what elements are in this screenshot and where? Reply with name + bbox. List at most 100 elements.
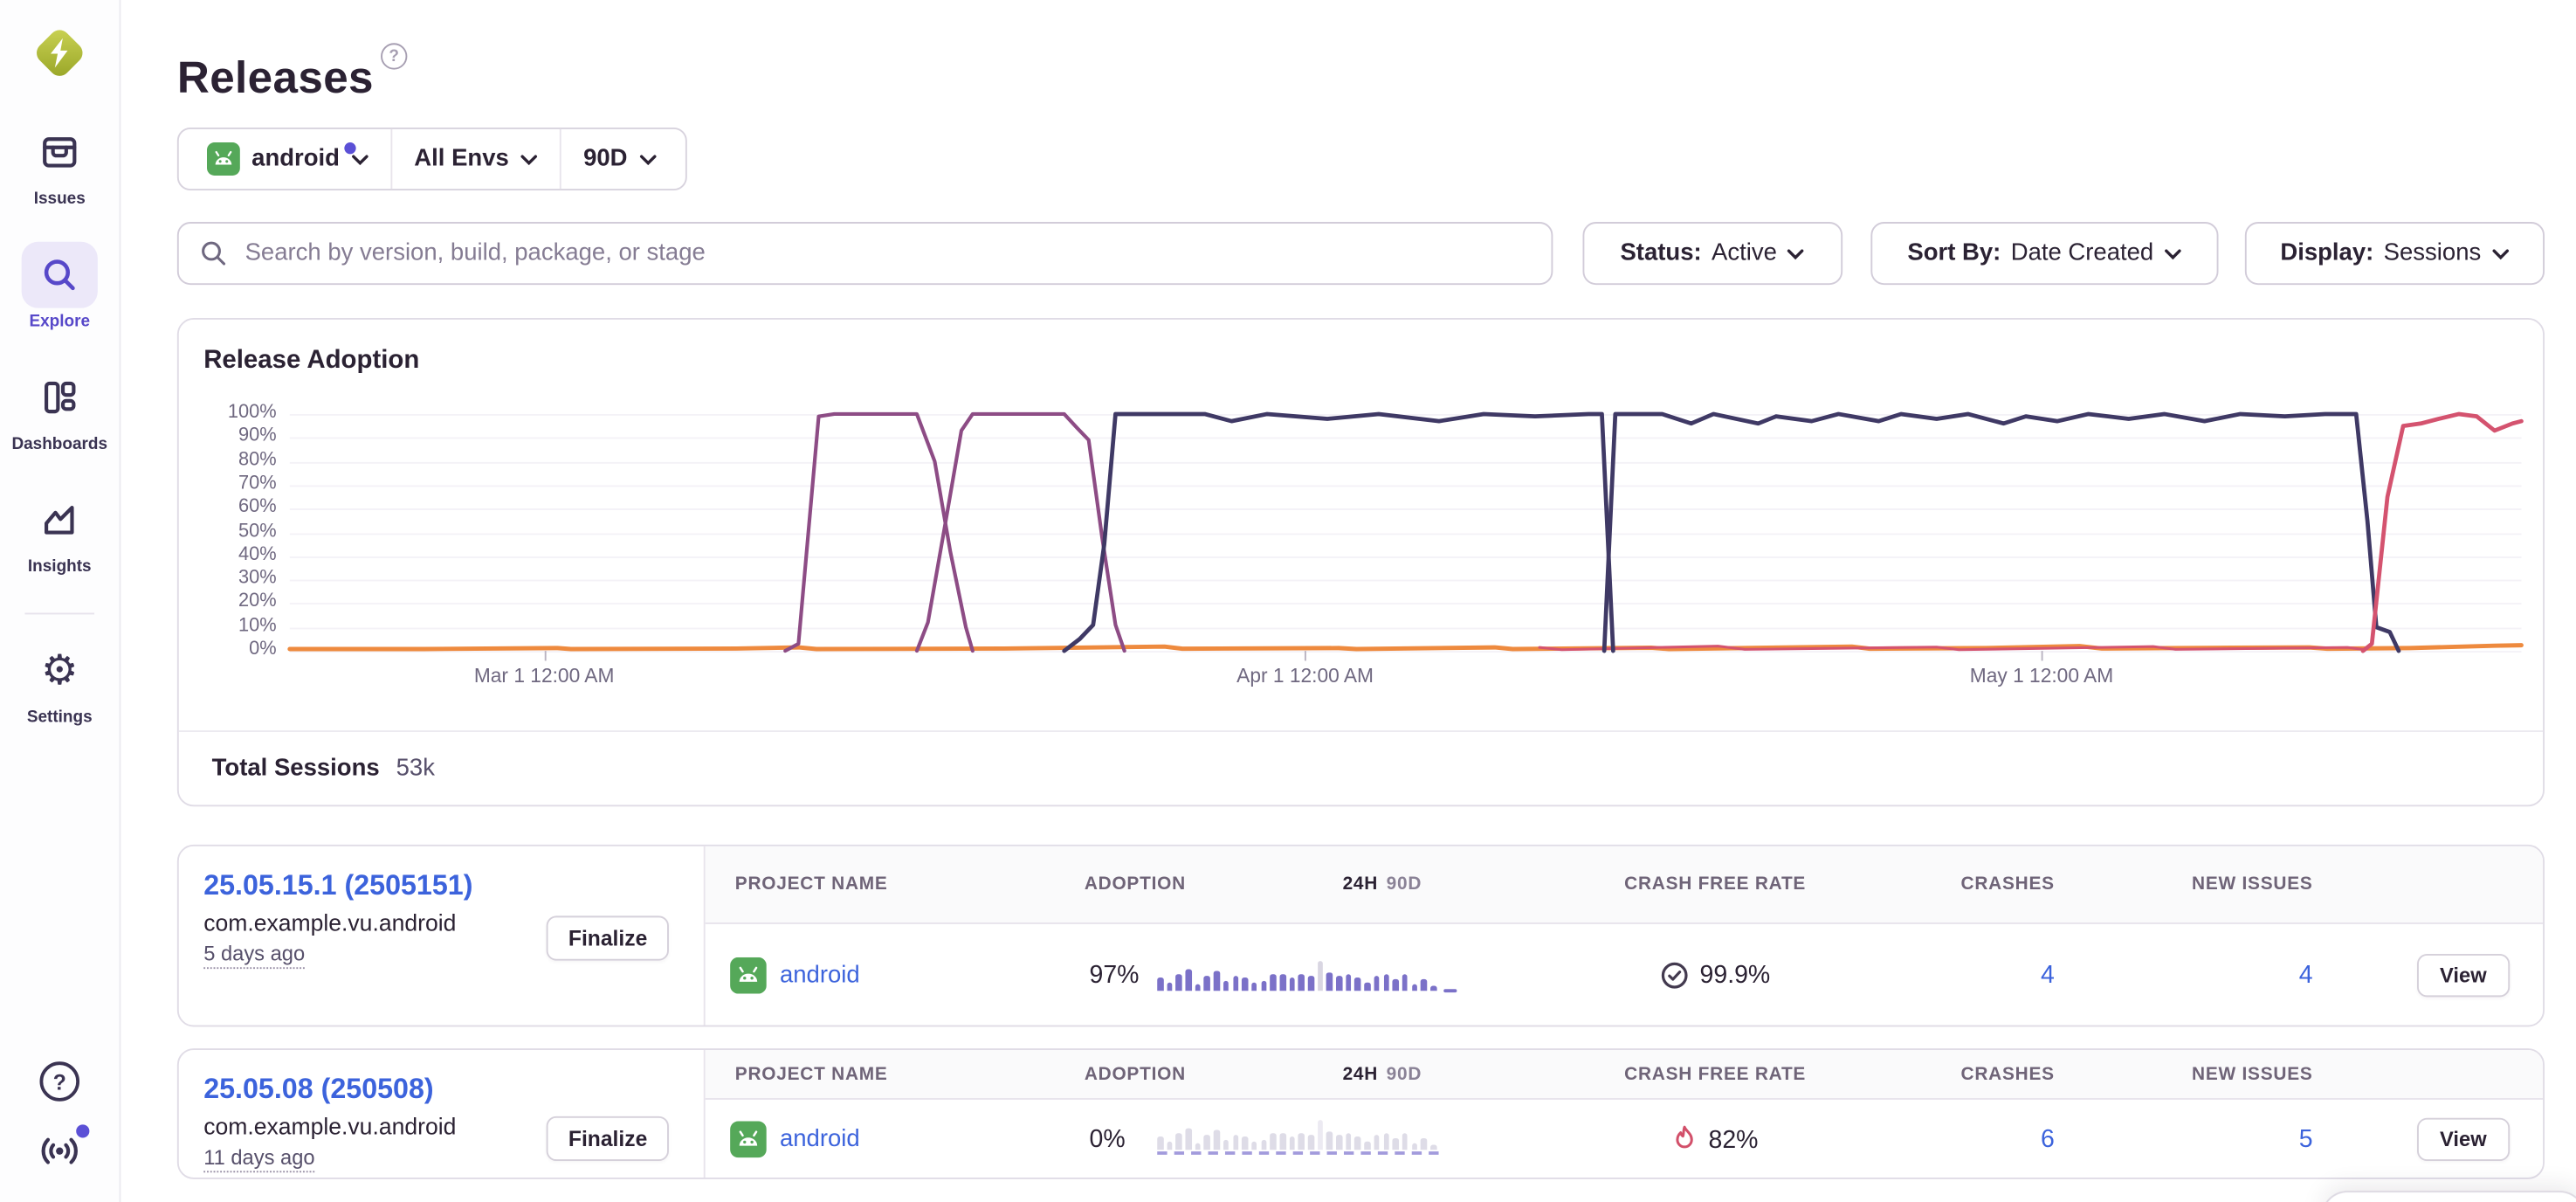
sidebar-item-label: Dashboards [11,436,107,454]
sparkline-bar [1411,984,1417,991]
trend-24h-toggle[interactable]: 24H [1343,874,1379,895]
sessions-sparkline[interactable] [1157,1118,1438,1155]
y-axis-tick-label: 70% [203,473,276,494]
environment-filter[interactable]: All Envs [391,129,561,189]
sidebar-item-settings[interactable]: ⚙ Settings [0,638,120,727]
status-dropdown[interactable]: Status: Active [1582,222,1842,285]
sparkline-bar [1355,1136,1361,1150]
date-range-filter[interactable]: 90D [561,129,679,189]
column-header-project: PROJECT NAME [735,1064,888,1084]
y-axis-tick-label: 30% [203,568,276,588]
column-header-project: PROJECT NAME [735,874,888,895]
release-table-row: android 97% 99.9% 4 4 View [706,924,2543,1027]
sparkline-bar [1157,977,1163,991]
x-axis-tick-label: Apr 1 12:00 AM [1236,664,1374,687]
project-link[interactable]: android [780,1126,860,1152]
column-header-crash-free: CRASH FREE RATE [1541,1064,1889,1084]
sparkline-bar [1308,1135,1314,1150]
sidebar-item-issues[interactable]: Issues [0,120,120,209]
sparkline-bar [1167,1142,1173,1150]
release-version-link[interactable]: 25.05.08 (250508) [203,1072,704,1107]
sparkline-bar [1232,976,1238,991]
sidebar-divider [24,612,94,614]
sidebar-item-insights[interactable]: Insights [0,487,120,576]
release-age[interactable]: 5 days ago [203,943,305,969]
sparkline-bar [1271,1133,1277,1150]
y-axis-tick-label: 80% [203,450,276,470]
chevron-down-icon [520,153,539,164]
view-button[interactable]: View [2417,954,2511,997]
search-icon [22,242,98,308]
page-help-icon[interactable]: ? [381,43,407,69]
release-age[interactable]: 11 days ago [203,1146,314,1172]
project-link[interactable]: android [780,963,860,989]
sparkline-bar [1204,976,1210,991]
sidebar-item-explore[interactable]: Explore [0,242,120,331]
sparkline-bar [1204,1135,1210,1150]
sparkline-bar [1279,974,1285,991]
whats-new-button[interactable] [38,1131,81,1179]
sidebar-item-label: Issues [34,190,86,209]
trend-24h-toggle[interactable]: 24H [1343,1064,1379,1084]
column-header-trend[interactable]: 24H 90D [1343,1064,1422,1084]
column-header-adoption: ADOPTION [1085,1064,1186,1084]
x-axis-tick-label: May 1 12:00 AM [1970,664,2113,687]
release-table-row: android 0% 82% 6 5 View [706,1100,2543,1179]
column-header-trend[interactable]: 24H 90D [1343,874,1422,895]
sparkline-bar [1251,983,1257,991]
display-dropdown-label: Display: [2280,240,2373,266]
sparkline-bar [1223,1140,1229,1150]
sparkline-bar [1364,1142,1370,1150]
new-issues-cell: 5 [2138,1125,2313,1153]
trend-90d-toggle[interactable]: 90D [1387,874,1422,895]
sparkline-bar [1393,1138,1399,1150]
project-cell: android [730,1122,860,1158]
finalize-button[interactable]: Finalize [547,915,669,960]
sidebar-footer: ? [38,1061,81,1202]
sparkline-bar [1308,976,1314,991]
sparkline-bar [1214,1129,1220,1150]
releases-page: Issues Explore Dashboards [0,0,2576,1202]
status-dropdown-value: Active [1712,240,1777,266]
sidebar-item-label: Insights [28,558,92,577]
view-button[interactable]: View [2417,1118,2511,1161]
sparkline-bar [1383,1133,1389,1150]
notification-dot [76,1124,89,1137]
sessions-sparkline[interactable] [1157,954,1438,991]
project-filter[interactable]: android [185,129,390,189]
project-filter-dot [344,142,355,154]
sidebar-item-label: Settings [27,708,93,727]
adoption-line-chart[interactable] [290,409,2522,660]
sparkline-bar [1402,1133,1409,1150]
trend-90d-toggle[interactable]: 90D [1387,1064,1422,1084]
sidebar-item-dashboards[interactable]: Dashboards [0,364,120,453]
chevron-down-icon [2491,247,2510,259]
sparkline-bar [1355,977,1361,991]
crashes-link[interactable]: 4 [2041,962,2055,990]
floating-widget[interactable] [2321,1191,2576,1202]
help-icon[interactable]: ? [40,1061,80,1102]
org-logo-icon[interactable] [30,24,89,83]
sparkline-bar [1336,1135,1342,1150]
sparkline-bar [1411,1143,1417,1150]
release-card: 25.05.15.1 (2505151) com.example.vu.andr… [177,845,2545,1027]
crashes-link[interactable]: 6 [2041,1125,2055,1153]
display-dropdown[interactable]: Display: Sessions [2245,222,2545,285]
sparkline-bar [1421,1138,1427,1150]
new-issues-link[interactable]: 4 [2299,962,2313,990]
sparkline-bar [1232,1135,1238,1150]
issues-icon [22,120,98,186]
y-axis-tick-label: 0% [203,639,276,660]
sidebar-item-label: Explore [29,313,90,331]
new-issues-link[interactable]: 5 [2299,1125,2313,1153]
sparkline-bar [1214,971,1220,991]
sparkline-bar [1421,979,1427,991]
release-version-link[interactable]: 25.05.15.1 (2505151) [203,867,704,902]
search-input[interactable] [242,238,1532,268]
finalize-button[interactable]: Finalize [547,1116,669,1161]
sort-by-dropdown[interactable]: Sort By: Date Created [1870,222,2218,285]
y-axis-tick-label: 20% [203,592,276,612]
sparkline-bar [1374,976,1380,991]
sparkline-bar [1430,986,1436,991]
column-header-new-issues: NEW ISSUES [2138,874,2313,895]
